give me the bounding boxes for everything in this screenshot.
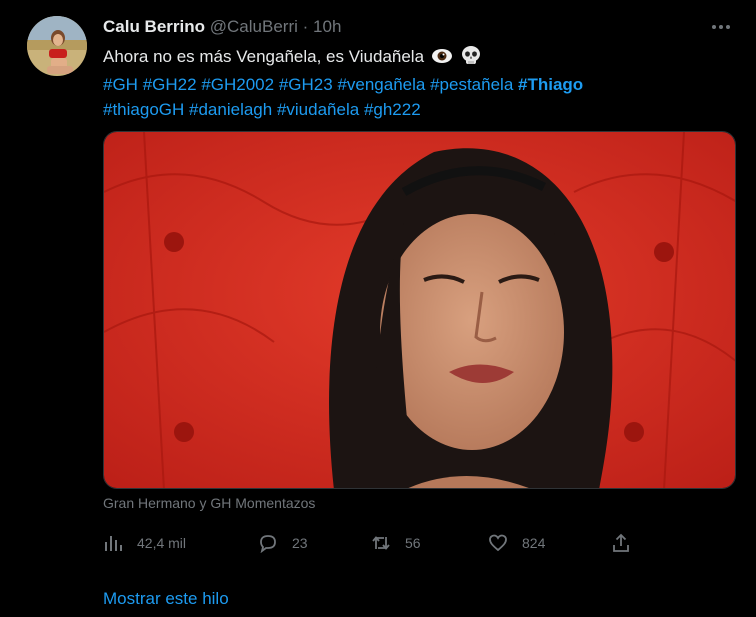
hashtag-link[interactable]: #pestañela — [430, 75, 513, 94]
reply-button[interactable]: 23 — [258, 530, 308, 556]
retweet-icon — [372, 536, 390, 550]
tweet-header: Calu Berrino @CaluBerri · 10h — [103, 17, 341, 37]
hashtag-link-bold[interactable]: #Thiago — [518, 75, 583, 94]
hashtag-link[interactable]: #GH2002 — [201, 75, 274, 94]
skull-emoji-icon — [460, 45, 482, 72]
views-button[interactable]: 42,4 mil — [103, 530, 186, 556]
media-caption[interactable]: Gran Hermano y GH Momentazos — [103, 495, 315, 511]
tweet-media-image[interactable] — [103, 131, 736, 489]
views-count: 42,4 mil — [137, 535, 187, 551]
share-button[interactable] — [611, 530, 645, 556]
heart-icon — [489, 534, 507, 552]
tweet-time[interactable]: 10h — [313, 17, 341, 36]
author-name[interactable]: Calu Berrino — [103, 17, 205, 36]
share-icon — [613, 533, 629, 552]
hashtag-link[interactable]: #viudañela — [277, 100, 359, 119]
like-count: 824 — [522, 535, 546, 551]
hashtags-line-1: #GH #GH22 #GH2002 #GH23 #vengañela #pest… — [103, 72, 723, 97]
tweet-text-line: Ahora no es más Vengañela, es Viudañela — [103, 44, 723, 72]
hashtag-link[interactable]: #GH — [103, 75, 138, 94]
retweet-button[interactable]: 56 — [371, 530, 421, 556]
hashtag-link[interactable]: #GH22 — [143, 75, 197, 94]
author-handle[interactable]: @CaluBerri — [210, 17, 298, 36]
hashtag-link[interactable]: #vengañela — [337, 75, 425, 94]
like-button[interactable]: 824 — [488, 530, 545, 556]
meta-separator: · — [302, 17, 309, 36]
hashtags-line-2: #thiagoGH #danielagh #viudañela #gh222 — [103, 97, 723, 122]
hashtag-link[interactable]: #danielagh — [189, 100, 272, 119]
more-options-button[interactable] — [706, 12, 736, 42]
tweet-text: Ahora no es más Vengañela, es Viudañela — [103, 44, 723, 122]
tweet-message: Ahora no es más Vengañela, es Viudañela — [103, 47, 425, 66]
eye-emoji-icon — [431, 47, 453, 72]
author-avatar[interactable] — [27, 16, 87, 76]
hashtag-link[interactable]: #gh222 — [364, 100, 421, 119]
reply-icon — [260, 535, 276, 553]
tweet-actions-bar: 42,4 mil 23 56 824 — [103, 530, 643, 556]
analytics-icon — [105, 536, 122, 551]
show-thread-link[interactable]: Mostrar este hilo — [103, 589, 229, 609]
ellipsis-icon — [712, 25, 730, 29]
reply-count: 23 — [292, 535, 308, 551]
hashtag-link[interactable]: #thiagoGH — [103, 100, 184, 119]
retweet-count: 56 — [405, 535, 421, 551]
hashtag-link[interactable]: #GH23 — [279, 75, 333, 94]
